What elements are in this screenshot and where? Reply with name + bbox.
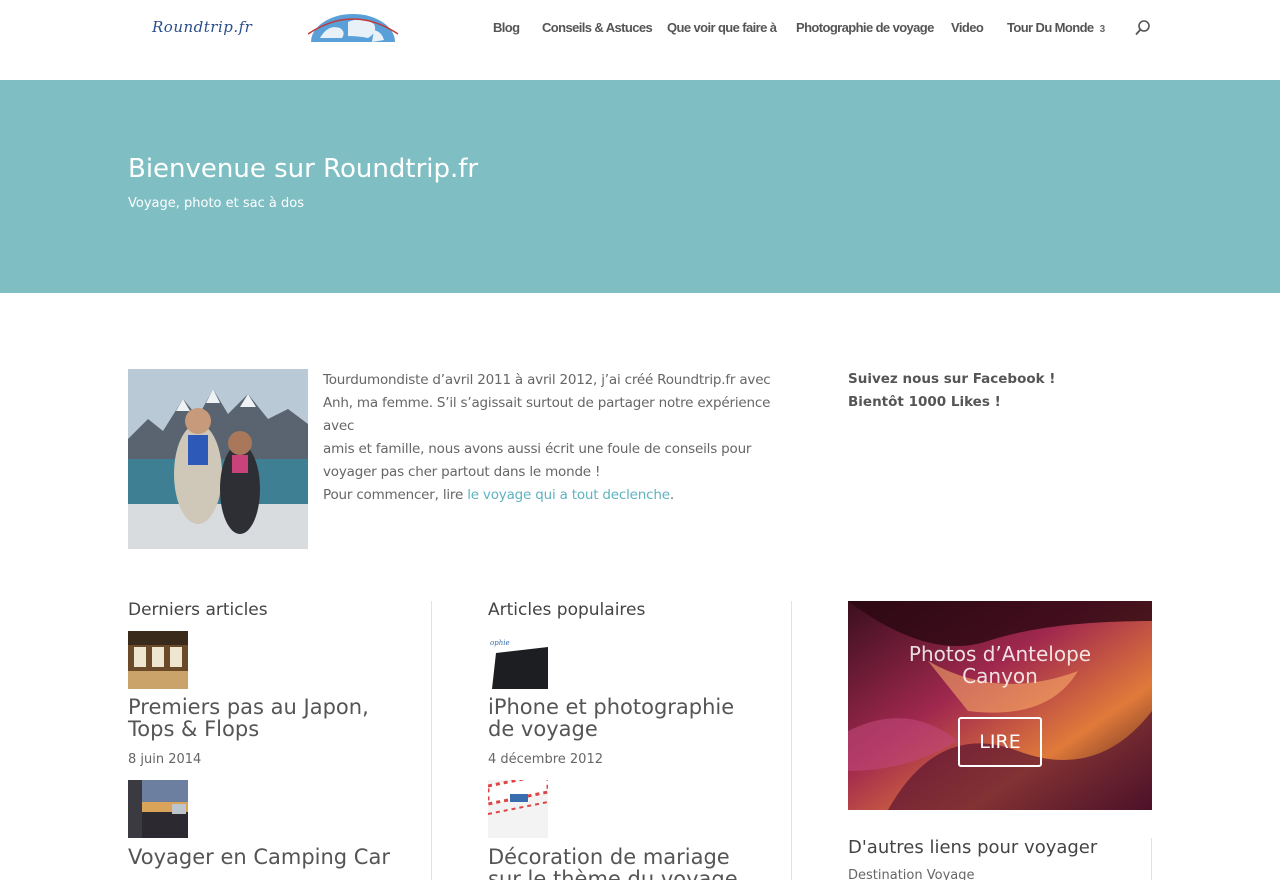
nav-item-tour-du-monde[interactable]: Tour Du Monde 3 (1007, 20, 1105, 35)
other-links-title: D'autres liens pour voyager (848, 837, 1098, 858)
antelope-canyon-image (848, 601, 1152, 810)
intro-line: amis et famille, nous avons aussi écrit … (323, 441, 752, 457)
intro-paragraph: Tourdumondiste d’avril 2011 à avril 2012… (323, 369, 798, 507)
post-title-line: iPhone et photographie (488, 695, 735, 719)
nav-item-photographie[interactable]: Photographie de voyage (796, 20, 934, 35)
post-title-mariage[interactable]: Décoration de mariage sur le thème du vo… (488, 846, 778, 880)
cta-prefix: Pour commencer, lire (323, 487, 468, 503)
latest-articles-title: Derniers articles (128, 600, 268, 620)
header-spacer (0, 56, 1280, 80)
nav-item-que-voir[interactable]: Que voir que faire à (667, 20, 777, 35)
promo-title: Photos d’Antelope Canyon (848, 643, 1152, 687)
post-title-line: Décoration de mariage (488, 845, 730, 869)
post-title-camping-car[interactable]: Voyager en Camping Car (128, 846, 418, 868)
hero-title: Bienvenue sur Roundtrip.fr (128, 154, 479, 184)
promo-title-line: Canyon (962, 664, 1038, 688)
promo-antelope-canyon[interactable]: Photos d’Antelope Canyon LIRE (848, 601, 1152, 810)
post-thumbnail-mariage[interactable] (488, 780, 548, 838)
hero-subtitle: Voyage, photo et sac à dos (128, 196, 304, 211)
post-title-iphone[interactable]: iPhone et photographie de voyage (488, 696, 758, 740)
link-destination-voyage[interactable]: Destination Voyage (848, 868, 974, 880)
facebook-follow-text: Suivez nous sur Facebook ! (848, 371, 1056, 387)
column-divider (791, 601, 792, 880)
post-title-line: Premiers pas au Japon, (128, 695, 369, 719)
cta-suffix: . (669, 487, 674, 503)
post-date: 4 décembre 2012 (488, 752, 603, 767)
intro-line: voyager pas cher partout dans le monde ! (323, 464, 601, 480)
post-date: 8 juin 2014 (128, 752, 202, 767)
post-thumbnail-camping-car[interactable] (128, 780, 188, 838)
post-thumbnail-iphone[interactable]: ophie (488, 631, 548, 689)
site-logo[interactable]: Roundtrip.fr (150, 10, 400, 46)
promo-title-line: Photos d’Antelope (908, 642, 1092, 666)
post-title-japan[interactable]: Premiers pas au Japon, Tops & Flops (128, 696, 398, 740)
intro-line: Anh, ma femme. S’il s’agissait surtout d… (323, 395, 771, 434)
globe-logo-icon (308, 14, 398, 42)
nav-item-blog[interactable]: Blog (493, 20, 520, 35)
intro-cta: Pour commencer, lire le voyage qui a tou… (323, 484, 798, 507)
column-divider (1151, 838, 1152, 880)
facebook-likes-text: Bientôt 1000 Likes ! (848, 394, 1001, 410)
nav-item-video[interactable]: Video (951, 20, 984, 35)
post-title-line: de voyage (488, 717, 598, 741)
intro-line: Tourdumondiste d’avril 2011 à avril 2012… (323, 372, 771, 388)
popular-articles-title: Articles populaires (488, 600, 646, 620)
search-icon[interactable] (1134, 19, 1152, 37)
post-title-line: sur le thème du voyage (488, 867, 738, 880)
column-divider (431, 601, 432, 880)
post-thumbnail-japan[interactable] (128, 631, 188, 689)
couple-photo (128, 369, 308, 549)
logo-text: Roundtrip.fr (152, 18, 253, 36)
read-button[interactable]: LIRE (958, 717, 1042, 767)
chevron-down-icon: 3 (1099, 24, 1106, 35)
site-header: Roundtrip.fr Blog Conseils & Astuces Que… (0, 0, 1280, 56)
post-title-line: Tops & Flops (128, 717, 260, 741)
nav-item-label: Tour Du Monde (1007, 20, 1094, 35)
nav-item-conseils[interactable]: Conseils & Astuces (542, 20, 653, 35)
svg-text:ophie: ophie (490, 639, 510, 647)
first-trip-link[interactable]: le voyage qui a tout declenche (467, 487, 670, 503)
post-title-line: Voyager en Camping Car (128, 845, 390, 869)
hero-banner: Bienvenue sur Roundtrip.fr Voyage, photo… (0, 80, 1280, 293)
